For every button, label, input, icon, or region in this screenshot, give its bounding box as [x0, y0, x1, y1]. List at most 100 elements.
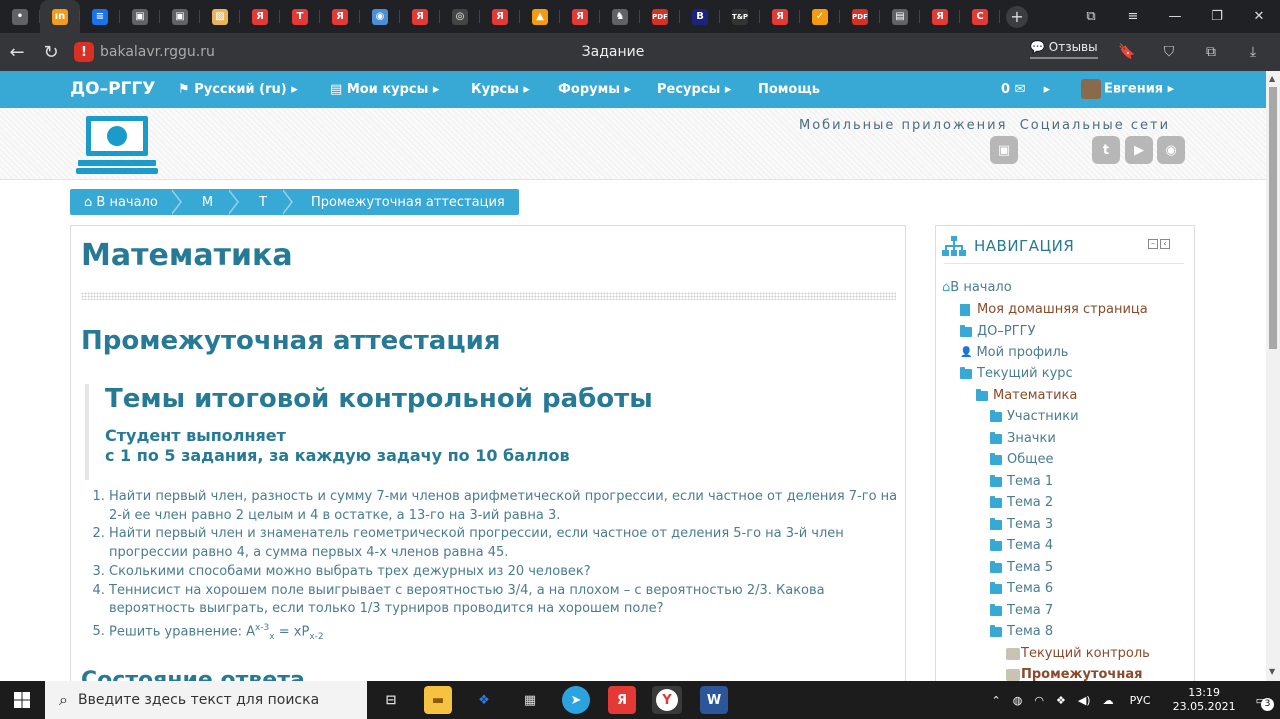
- browser-tab[interactable]: Я: [400, 0, 440, 33]
- breadcrumb-current[interactable]: Промежуточная аттестация: [297, 195, 519, 210]
- breadcrumb-topic[interactable]: Т: [243, 195, 283, 210]
- telegram-icon[interactable]: ➤: [562, 686, 590, 714]
- nav-language[interactable]: ⚑ Русский (ru) ▸: [178, 82, 298, 97]
- dock-icon[interactable]: ‹: [1160, 239, 1170, 249]
- url-text[interactable]: bakalavr.rggu.ru: [100, 44, 215, 60]
- nav-tree-item[interactable]: ⌂ В начало: [942, 280, 1012, 295]
- scrollbar-thumb[interactable]: [1269, 87, 1277, 349]
- nav-tree-item[interactable]: ДО–РГГУ: [960, 324, 1036, 339]
- nav-tree-item[interactable]: Тема 8: [990, 624, 1053, 639]
- twitter-icon[interactable]: t: [1092, 136, 1120, 164]
- minimize-button[interactable]: —: [1154, 0, 1196, 33]
- download-icon[interactable]: ⤓: [1232, 33, 1274, 71]
- social-networks-label[interactable]: Социальные сети: [1020, 118, 1170, 133]
- yandex-icon[interactable]: Я: [608, 686, 636, 714]
- browser-tab[interactable]: ◎: [440, 0, 480, 33]
- nav-tree-item[interactable]: Тема 6: [990, 581, 1053, 596]
- nav-help[interactable]: Помощь: [758, 82, 820, 97]
- clock[interactable]: 13:19 23.05.2021: [1173, 686, 1236, 714]
- nav-tree-item[interactable]: Тема 3: [990, 517, 1053, 532]
- bookmark-icon[interactable]: 🔖: [1106, 33, 1148, 71]
- tray-chevron-icon[interactable]: ⌃: [992, 694, 1001, 707]
- browser-tab[interactable]: ▨: [200, 0, 240, 33]
- nav-forums[interactable]: Форумы ▸: [558, 82, 631, 97]
- nav-tree-item[interactable]: Промежуточная: [1006, 667, 1142, 682]
- browser-tab[interactable]: B: [680, 0, 720, 33]
- video-editor-icon[interactable]: ▦: [516, 686, 544, 714]
- vk-icon[interactable]: ◉: [1157, 136, 1185, 164]
- browser-tab[interactable]: PDF: [640, 0, 680, 33]
- collapse-icon[interactable]: –: [1148, 239, 1158, 249]
- scroll-down-icon[interactable]: ▼: [1269, 667, 1275, 676]
- nav-tree-item[interactable]: Тема 5: [990, 560, 1053, 575]
- language-indicator[interactable]: РУС: [1130, 694, 1151, 707]
- browser-tab[interactable]: ✓: [800, 0, 840, 33]
- word-icon[interactable]: W: [700, 686, 728, 714]
- volume-icon[interactable]: ◀): [1078, 694, 1091, 707]
- browser-tab[interactable]: C: [960, 0, 1000, 33]
- browser-tab[interactable]: ın: [40, 0, 80, 33]
- browser-tab[interactable]: T&P: [720, 0, 760, 33]
- network-icon[interactable]: ☁: [1103, 694, 1114, 707]
- browser-tab[interactable]: Я: [760, 0, 800, 33]
- nav-tree-item[interactable]: Участники: [990, 409, 1079, 424]
- breadcrumb-course-category[interactable]: М: [186, 195, 229, 210]
- page-scrollbar[interactable]: ▲ ▼: [1266, 71, 1280, 681]
- start-button[interactable]: [0, 681, 44, 719]
- back-arrow-icon[interactable]: ←: [0, 33, 34, 71]
- browser-tab[interactable]: ▤: [880, 0, 920, 33]
- nav-my-courses[interactable]: ▤ Мои курсы ▸: [330, 82, 439, 97]
- reload-icon[interactable]: ↻: [34, 33, 68, 71]
- browser-tab[interactable]: ▲: [520, 0, 560, 33]
- nav-tree-item[interactable]: Тема 1: [990, 474, 1053, 489]
- breadcrumb-home[interactable]: ⌂ В начало: [70, 195, 172, 210]
- collections-icon[interactable]: ⧉: [1190, 33, 1232, 71]
- browser-tab[interactable]: ≡: [80, 0, 120, 33]
- messages-menu[interactable]: 0 ✉ ▸: [1001, 82, 1050, 97]
- browser-tab[interactable]: •: [0, 0, 40, 33]
- scroll-up-icon[interactable]: ▲: [1269, 74, 1275, 83]
- nav-tree-item[interactable]: Моя домашняя страница: [960, 302, 1148, 317]
- browser-tab[interactable]: ◉: [360, 0, 400, 33]
- meet-icon[interactable]: ◍: [1013, 694, 1023, 707]
- nav-courses[interactable]: Курсы ▸: [471, 82, 530, 97]
- android-icon[interactable]: ▣: [990, 136, 1018, 164]
- maximize-button[interactable]: ❐: [1196, 0, 1238, 33]
- reviews-button[interactable]: 💬 Отзывы: [1030, 40, 1098, 59]
- nav-tree-item[interactable]: Тема 4: [990, 538, 1053, 553]
- browser-tab[interactable]: Я: [240, 0, 280, 33]
- youtube-icon[interactable]: ▶: [1125, 136, 1153, 164]
- nav-tree-item[interactable]: Тема 2: [990, 495, 1053, 510]
- menu-icon[interactable]: ≡: [1112, 0, 1154, 33]
- browser-tab[interactable]: PDF: [840, 0, 880, 33]
- tab-search-icon[interactable]: ⧉: [1070, 0, 1112, 33]
- notifications-icon[interactable]: ▭ 3: [1256, 694, 1274, 711]
- nav-tree-item[interactable]: 👤 Мой профиль: [960, 345, 1068, 360]
- browser-tab[interactable]: T: [280, 0, 320, 33]
- site-brand-link[interactable]: ДО–РГГУ: [70, 79, 155, 99]
- user-menu[interactable]: Евгения ▸: [1081, 79, 1174, 99]
- taskbar-search-box[interactable]: ⌕ Введите здесь текст для поиска: [45, 681, 367, 719]
- task-view-icon[interactable]: ⊟: [377, 686, 405, 714]
- browser-tab[interactable]: Я: [920, 0, 960, 33]
- nav-tree-item[interactable]: Тема 7: [990, 603, 1053, 618]
- protect-icon[interactable]: ⛉: [1148, 33, 1190, 71]
- nav-tree-item[interactable]: Математика: [976, 388, 1077, 403]
- new-tab-icon[interactable]: +: [1006, 5, 1028, 28]
- file-explorer-icon[interactable]: ▬: [424, 686, 452, 714]
- nav-tree-item[interactable]: Общее: [990, 452, 1054, 467]
- nav-tree-item[interactable]: Текущий курс: [960, 366, 1073, 381]
- browser-tab[interactable]: Я: [560, 0, 600, 33]
- browser-tab[interactable]: Я: [320, 0, 360, 33]
- close-window-button[interactable]: ✕: [1238, 0, 1280, 33]
- browser-tab[interactable]: Я: [480, 0, 520, 33]
- site-logo[interactable]: [76, 112, 158, 176]
- browser-tab[interactable]: ▣: [160, 0, 200, 33]
- wifi-icon[interactable]: ◠: [1034, 694, 1044, 707]
- yandex-browser-icon[interactable]: Y: [652, 686, 682, 714]
- browser-tab[interactable]: ▣: [120, 0, 160, 33]
- nav-tree-item[interactable]: Текущий контроль: [1006, 646, 1150, 661]
- nav-tree-item[interactable]: Значки: [990, 431, 1056, 446]
- insecure-warning-icon[interactable]: !: [74, 42, 94, 62]
- dropbox-tray-icon[interactable]: ❖: [1056, 694, 1066, 707]
